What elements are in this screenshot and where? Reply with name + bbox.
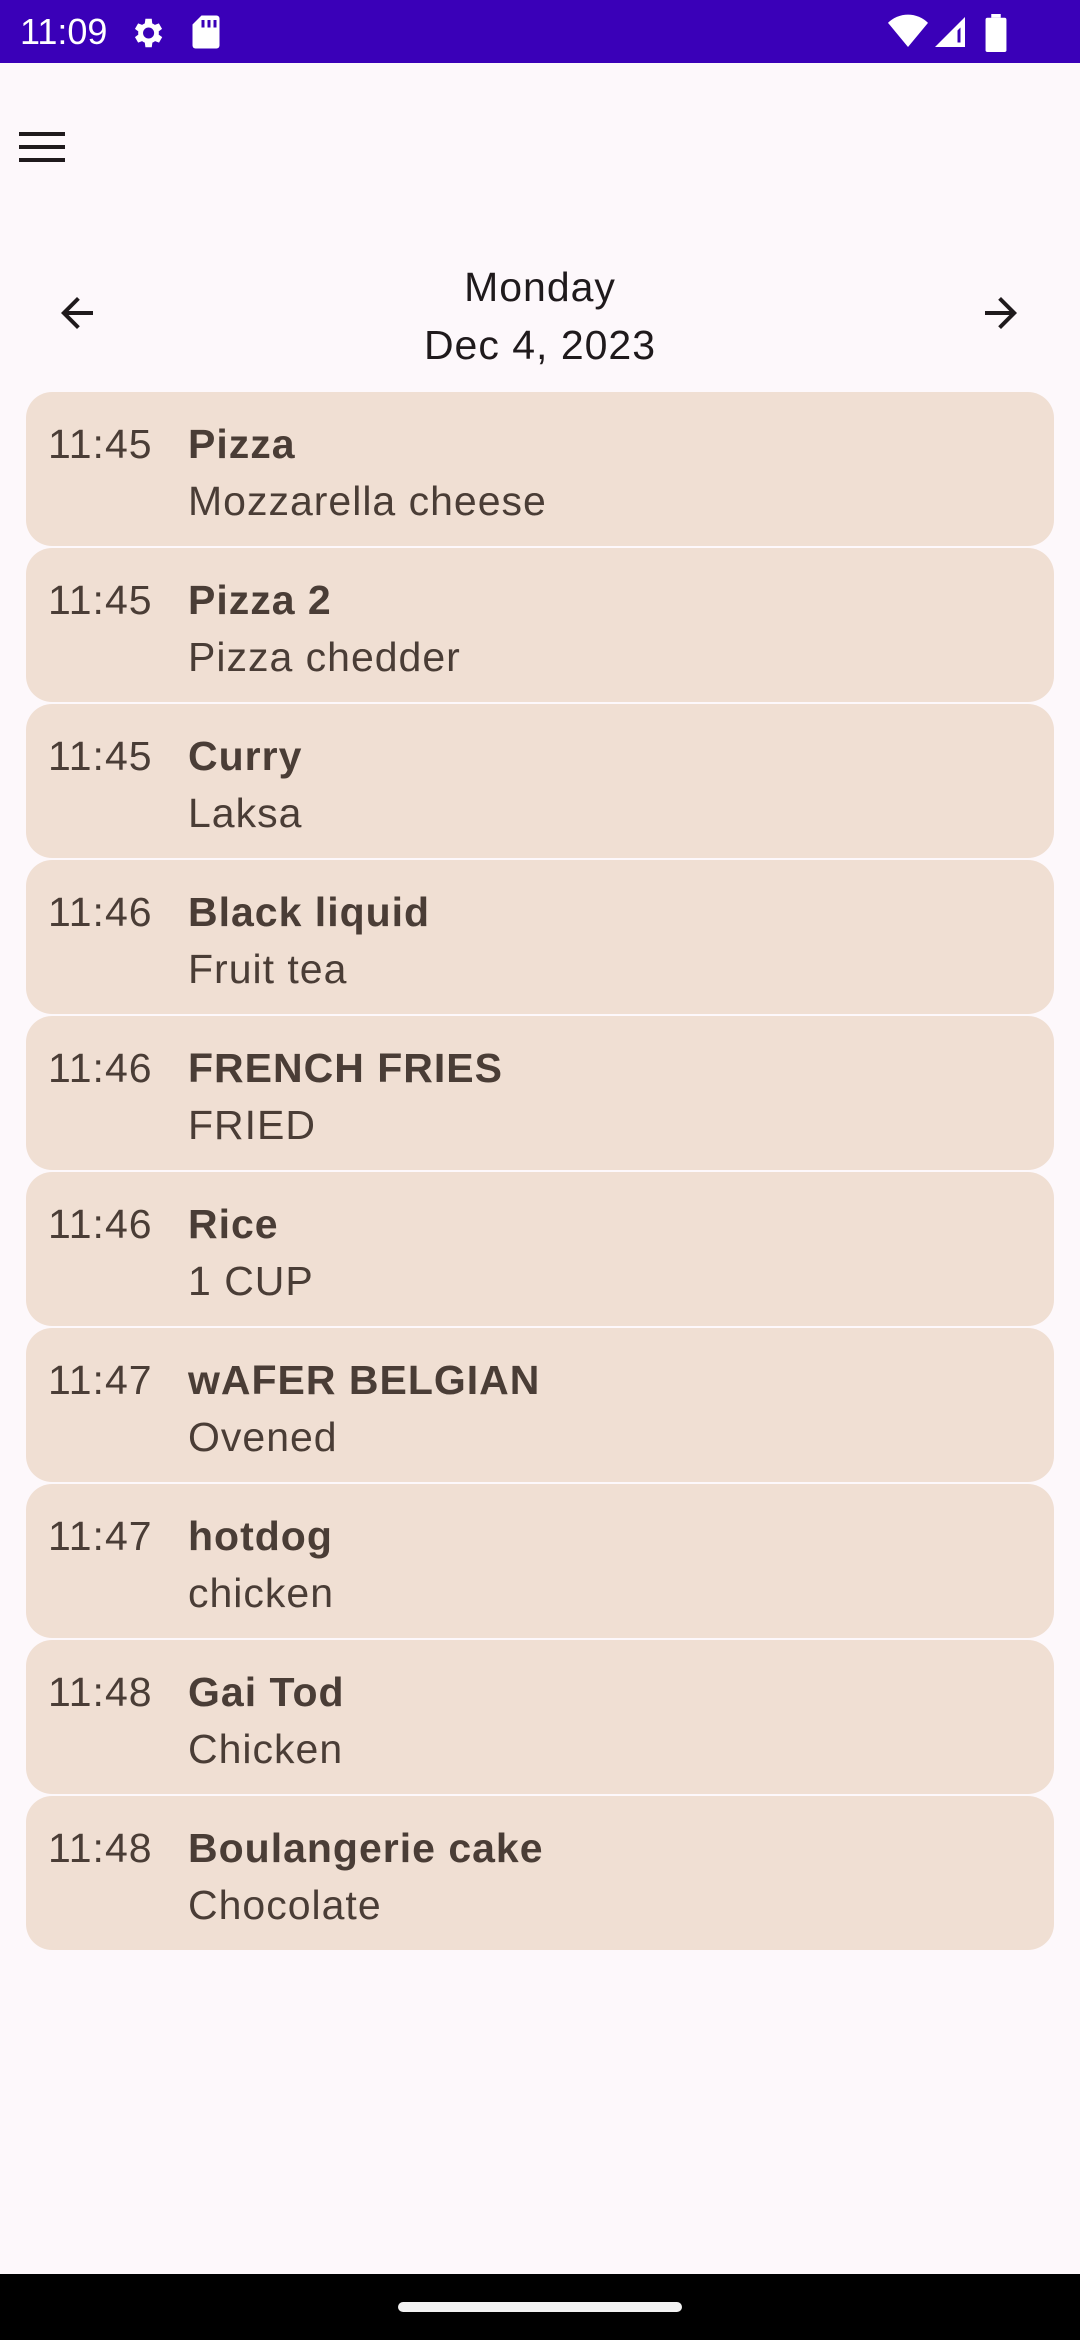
entry-title: Rice: [188, 1201, 279, 1247]
food-entry-card[interactable]: 11:45 Curry Laksa: [26, 704, 1054, 858]
date-label: Dec 4, 2023: [423, 322, 657, 368]
entry-subtitle: Pizza chedder: [188, 634, 461, 680]
entry-time: 11:45: [48, 421, 153, 467]
entry-time: 11:48: [48, 1825, 153, 1871]
food-entry-card[interactable]: 11:45 Pizza Mozzarella cheese: [26, 392, 1054, 546]
food-entry-card[interactable]: 11:46 Rice 1 CUP: [26, 1172, 1054, 1326]
wifi-icon: [888, 14, 928, 55]
entry-subtitle: FRIED: [188, 1102, 316, 1148]
settings-gear-icon: [128, 14, 166, 57]
battery-icon: [984, 14, 1008, 57]
status-time: 11:09: [20, 11, 108, 52]
entry-subtitle: 1 CUP: [188, 1258, 314, 1304]
food-entry-card[interactable]: 11:47 hotdog chicken: [26, 1484, 1054, 1638]
entry-subtitle: Chocolate: [188, 1882, 382, 1928]
entry-subtitle: Mozzarella cheese: [188, 478, 547, 524]
status-bar: 11:09: [0, 0, 1080, 63]
entry-time: 11:46: [48, 889, 153, 935]
entry-subtitle: Chicken: [188, 1726, 344, 1772]
previous-day-button[interactable]: [44, 282, 110, 348]
food-entry-card[interactable]: 11:47 wAFER BELGIAN Ovened: [26, 1328, 1054, 1482]
hamburger-menu-icon[interactable]: [12, 120, 72, 174]
entry-title: Pizza 2: [188, 577, 332, 623]
food-entry-card[interactable]: 11:48 Gai Tod Chicken: [26, 1640, 1054, 1794]
entry-subtitle: Ovened: [188, 1414, 338, 1460]
day-label: Monday: [464, 264, 616, 310]
entry-title: hotdog: [188, 1513, 333, 1559]
food-entry-card[interactable]: 11:45 Pizza 2 Pizza chedder: [26, 548, 1054, 702]
entry-title: Gai Tod: [188, 1669, 345, 1715]
entry-time: 11:47: [48, 1513, 153, 1559]
entry-time: 11:46: [48, 1045, 153, 1091]
entry-subtitle: Laksa: [188, 790, 303, 836]
entry-title: Boulangerie cake: [188, 1825, 544, 1871]
next-day-button[interactable]: [968, 282, 1034, 348]
arrow-forward-icon: [977, 289, 1025, 342]
entry-subtitle: Fruit tea: [188, 946, 348, 992]
food-entry-list: 11:45 Pizza Mozzarella cheese 11:45 Pizz…: [26, 392, 1054, 1952]
entry-title: Black liquid: [188, 889, 431, 935]
date-header: Monday Dec 4, 2023: [290, 258, 790, 374]
cell-signal-icon: [932, 14, 968, 55]
entry-title: Pizza: [188, 421, 296, 467]
entry-time: 11:47: [48, 1357, 153, 1403]
entry-time: 11:45: [48, 733, 153, 779]
home-gesture-handle[interactable]: [398, 2302, 682, 2312]
entry-title: Curry: [188, 733, 303, 779]
entry-time: 11:48: [48, 1669, 153, 1715]
sd-card-icon: [190, 14, 222, 55]
food-entry-card[interactable]: 11:48 Boulangerie cake Chocolate: [26, 1796, 1054, 1950]
entry-time: 11:46: [48, 1201, 153, 1247]
system-navigation-bar: [0, 2274, 1080, 2340]
entry-title: wAFER BELGIAN: [188, 1357, 541, 1403]
entry-title: FRENCH FRIES: [188, 1045, 503, 1091]
entry-time: 11:45: [48, 577, 153, 623]
arrow-back-icon: [53, 289, 101, 342]
food-entry-card[interactable]: 11:46 FRENCH FRIES FRIED: [26, 1016, 1054, 1170]
entry-subtitle: chicken: [188, 1570, 335, 1616]
food-entry-card[interactable]: 11:46 Black liquid Fruit tea: [26, 860, 1054, 1014]
